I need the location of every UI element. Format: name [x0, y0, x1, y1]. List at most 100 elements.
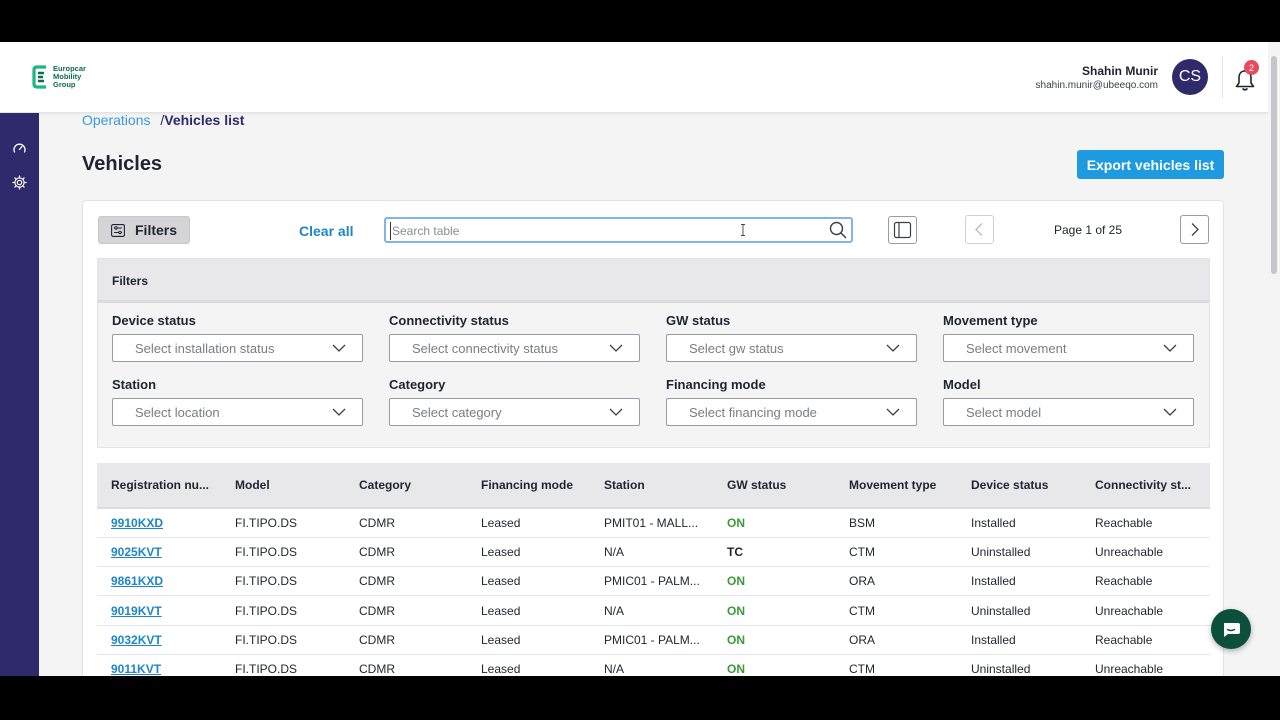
- movement-type-select[interactable]: Select movement: [943, 334, 1194, 362]
- vehicles-table: Registration nu... Model Category Financ…: [97, 463, 1210, 676]
- cell-category: CDMR: [359, 662, 395, 676]
- column-header-device-status[interactable]: Device status: [957, 463, 1081, 509]
- cell-category: CDMR: [359, 632, 395, 647]
- filter-label: GW status: [666, 313, 731, 328]
- column-header-financing-mode[interactable]: Financing mode: [467, 463, 590, 509]
- filters-toggle-button[interactable]: Filters: [98, 216, 190, 244]
- column-header-model[interactable]: Model: [221, 463, 345, 509]
- search-input[interactable]: [390, 222, 810, 240]
- table-header-row: Registration nu... Model Category Financ…: [97, 463, 1210, 509]
- select-placeholder: Select connectivity status: [412, 341, 558, 356]
- filter-label: Device status: [112, 313, 196, 328]
- cell-financing-mode: Leased: [481, 544, 521, 559]
- europcar-logo[interactable]: Europcar Mobility Group: [32, 65, 86, 89]
- table-row[interactable]: 9025KVT FI.TIPO.DS CDMR Leased N/A TC CT…: [97, 537, 1210, 567]
- table-row[interactable]: 9019KVT FI.TIPO.DS CDMR Leased N/A ON CT…: [97, 595, 1210, 626]
- cell-model: FI.TIPO.DS: [235, 574, 298, 589]
- cell-station: PMIT01 - MALL...: [604, 515, 699, 530]
- gw-status-select[interactable]: Select gw status: [666, 334, 917, 362]
- registration-link[interactable]: 9032KVT: [97, 625, 221, 654]
- cell-device-status: Installed: [971, 632, 1016, 647]
- columns-toggle-button[interactable]: [888, 216, 917, 244]
- cell-device-status: Uninstalled: [971, 603, 1031, 618]
- next-page-button[interactable]: [1180, 215, 1209, 244]
- cell-movement-type: ORA: [849, 632, 876, 647]
- table-row[interactable]: 9032KVT FI.TIPO.DS CDMR Leased PMIC01 - …: [97, 625, 1210, 655]
- column-header-station[interactable]: Station: [590, 463, 713, 509]
- cell-gw-status: ON: [727, 574, 745, 589]
- cell-gw-status: ON: [727, 515, 745, 530]
- table-row[interactable]: 9011KVT FI.TIPO.DS CDMR Leased N/A ON CT…: [97, 654, 1210, 676]
- chevron-down-icon: [609, 344, 623, 352]
- previous-page-button[interactable]: [965, 215, 994, 244]
- search-icon[interactable]: [829, 221, 847, 239]
- filter-category: Category Select category: [389, 377, 640, 426]
- registration-link[interactable]: 9011KVT: [97, 654, 221, 676]
- column-header-category[interactable]: Category: [345, 463, 467, 509]
- cell-financing-mode: Leased: [481, 515, 521, 530]
- cell-model: FI.TIPO.DS: [235, 603, 298, 618]
- cell-connectivity-status: Reachable: [1095, 632, 1153, 647]
- cell-connectivity-status: Reachable: [1095, 515, 1153, 530]
- cell-gw-status: ON: [727, 632, 745, 647]
- filter-panel-title: Filters: [98, 259, 1209, 303]
- filters-button-label: Filters: [135, 222, 178, 238]
- chevron-left-icon: [975, 223, 983, 236]
- cell-station: N/A: [604, 603, 625, 618]
- columns-icon: [893, 221, 912, 239]
- text-cursor-icon: [741, 224, 745, 236]
- search-box[interactable]: [384, 217, 853, 243]
- column-header-gw-status[interactable]: GW status: [713, 463, 835, 509]
- chat-support-button[interactable]: [1211, 609, 1251, 649]
- filter-label: Model: [943, 377, 981, 392]
- column-header-movement-type[interactable]: Movement type: [835, 463, 957, 509]
- filter-device-status: Device status Select installation status: [112, 313, 363, 362]
- breadcrumb-operations-link[interactable]: Operations: [82, 112, 150, 128]
- table-row[interactable]: 9910KXD FI.TIPO.DS CDMR Leased PMIT01 - …: [97, 508, 1210, 538]
- cell-gw-status: TC: [727, 544, 743, 559]
- avatar[interactable]: CS: [1172, 59, 1208, 95]
- cell-model: FI.TIPO.DS: [235, 515, 298, 530]
- user-name: Shahin Munir: [1082, 64, 1158, 78]
- chevron-down-icon: [332, 344, 346, 352]
- cell-movement-type: BSM: [849, 515, 876, 530]
- registration-link[interactable]: 9019KVT: [97, 596, 221, 625]
- settings-icon[interactable]: [12, 175, 27, 190]
- registration-link[interactable]: 9861KXD: [97, 567, 221, 596]
- app: Europcar Mobility Group Shahin Munir sha…: [0, 42, 1280, 676]
- filter-label: Movement type: [943, 313, 1038, 328]
- chat-icon: [1224, 623, 1240, 637]
- chevron-down-icon: [1163, 408, 1177, 416]
- connectivity-status-select[interactable]: Select connectivity status: [389, 334, 640, 362]
- column-header-connectivity-status[interactable]: Connectivity st...: [1081, 463, 1210, 509]
- cell-category: CDMR: [359, 515, 395, 530]
- select-placeholder: Select model: [966, 405, 1042, 420]
- column-header-registration[interactable]: Registration nu...: [97, 463, 221, 509]
- page-scrollbar[interactable]: [1268, 42, 1280, 676]
- device-status-select[interactable]: Select installation status: [112, 334, 363, 362]
- registration-link[interactable]: 9910KXD: [97, 508, 221, 537]
- page-scrollbar-thumb[interactable]: [1271, 56, 1277, 274]
- station-select[interactable]: Select location: [112, 398, 363, 426]
- cell-movement-type: CTM: [849, 662, 875, 676]
- letterbox-bottom: [0, 676, 1280, 720]
- notification-badge: 2: [1244, 60, 1259, 75]
- model-select[interactable]: Select model: [943, 398, 1194, 426]
- cell-gw-status: ON: [727, 662, 745, 676]
- category-select[interactable]: Select category: [389, 398, 640, 426]
- user-info: Shahin Munir shahin.munir@ubeeqo.com: [1036, 64, 1158, 91]
- filter-model: Model Select model: [943, 377, 1194, 426]
- filter-label: Category: [389, 377, 446, 392]
- clear-all-link[interactable]: Clear all: [299, 223, 353, 239]
- export-vehicles-button[interactable]: Export vehicles list: [1077, 150, 1224, 179]
- select-placeholder: Select location: [135, 405, 220, 420]
- registration-link[interactable]: 9025KVT: [97, 537, 221, 566]
- cell-category: CDMR: [359, 603, 395, 618]
- breadcrumb-current: Vehicles list: [164, 112, 245, 128]
- table-row[interactable]: 9861KXD FI.TIPO.DS CDMR Leased PMIC01 - …: [97, 566, 1210, 596]
- financing-mode-select[interactable]: Select financing mode: [666, 398, 917, 426]
- dashboard-icon[interactable]: [12, 141, 27, 156]
- filter-label: Financing mode: [666, 377, 766, 392]
- cell-model: FI.TIPO.DS: [235, 544, 298, 559]
- logo-line: Group: [53, 80, 76, 89]
